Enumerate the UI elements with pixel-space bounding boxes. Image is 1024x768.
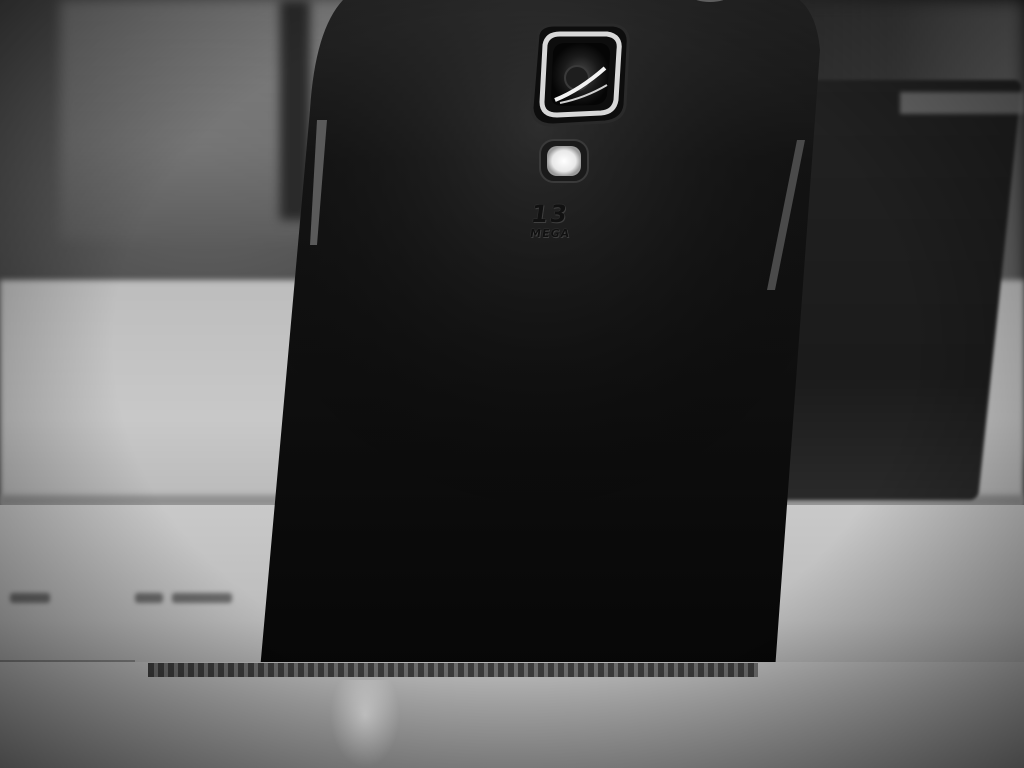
megapixel-unit: MEGA [529, 227, 571, 240]
photo-scene: 13 MEGA [0, 0, 1024, 768]
megapixel-number: 13 [529, 200, 571, 228]
light-glare [330, 680, 400, 768]
phone-body-svg [260, 0, 820, 670]
smartphone [255, 0, 825, 680]
cardboard-box-front [0, 662, 1024, 768]
cardboard-slot [148, 663, 758, 677]
box-print-marks [0, 585, 260, 615]
flash-led [539, 139, 589, 183]
case-highlight [900, 92, 1024, 114]
camera-module [530, 23, 630, 127]
camera-megapixel-label: 13 MEGA [520, 200, 580, 240]
